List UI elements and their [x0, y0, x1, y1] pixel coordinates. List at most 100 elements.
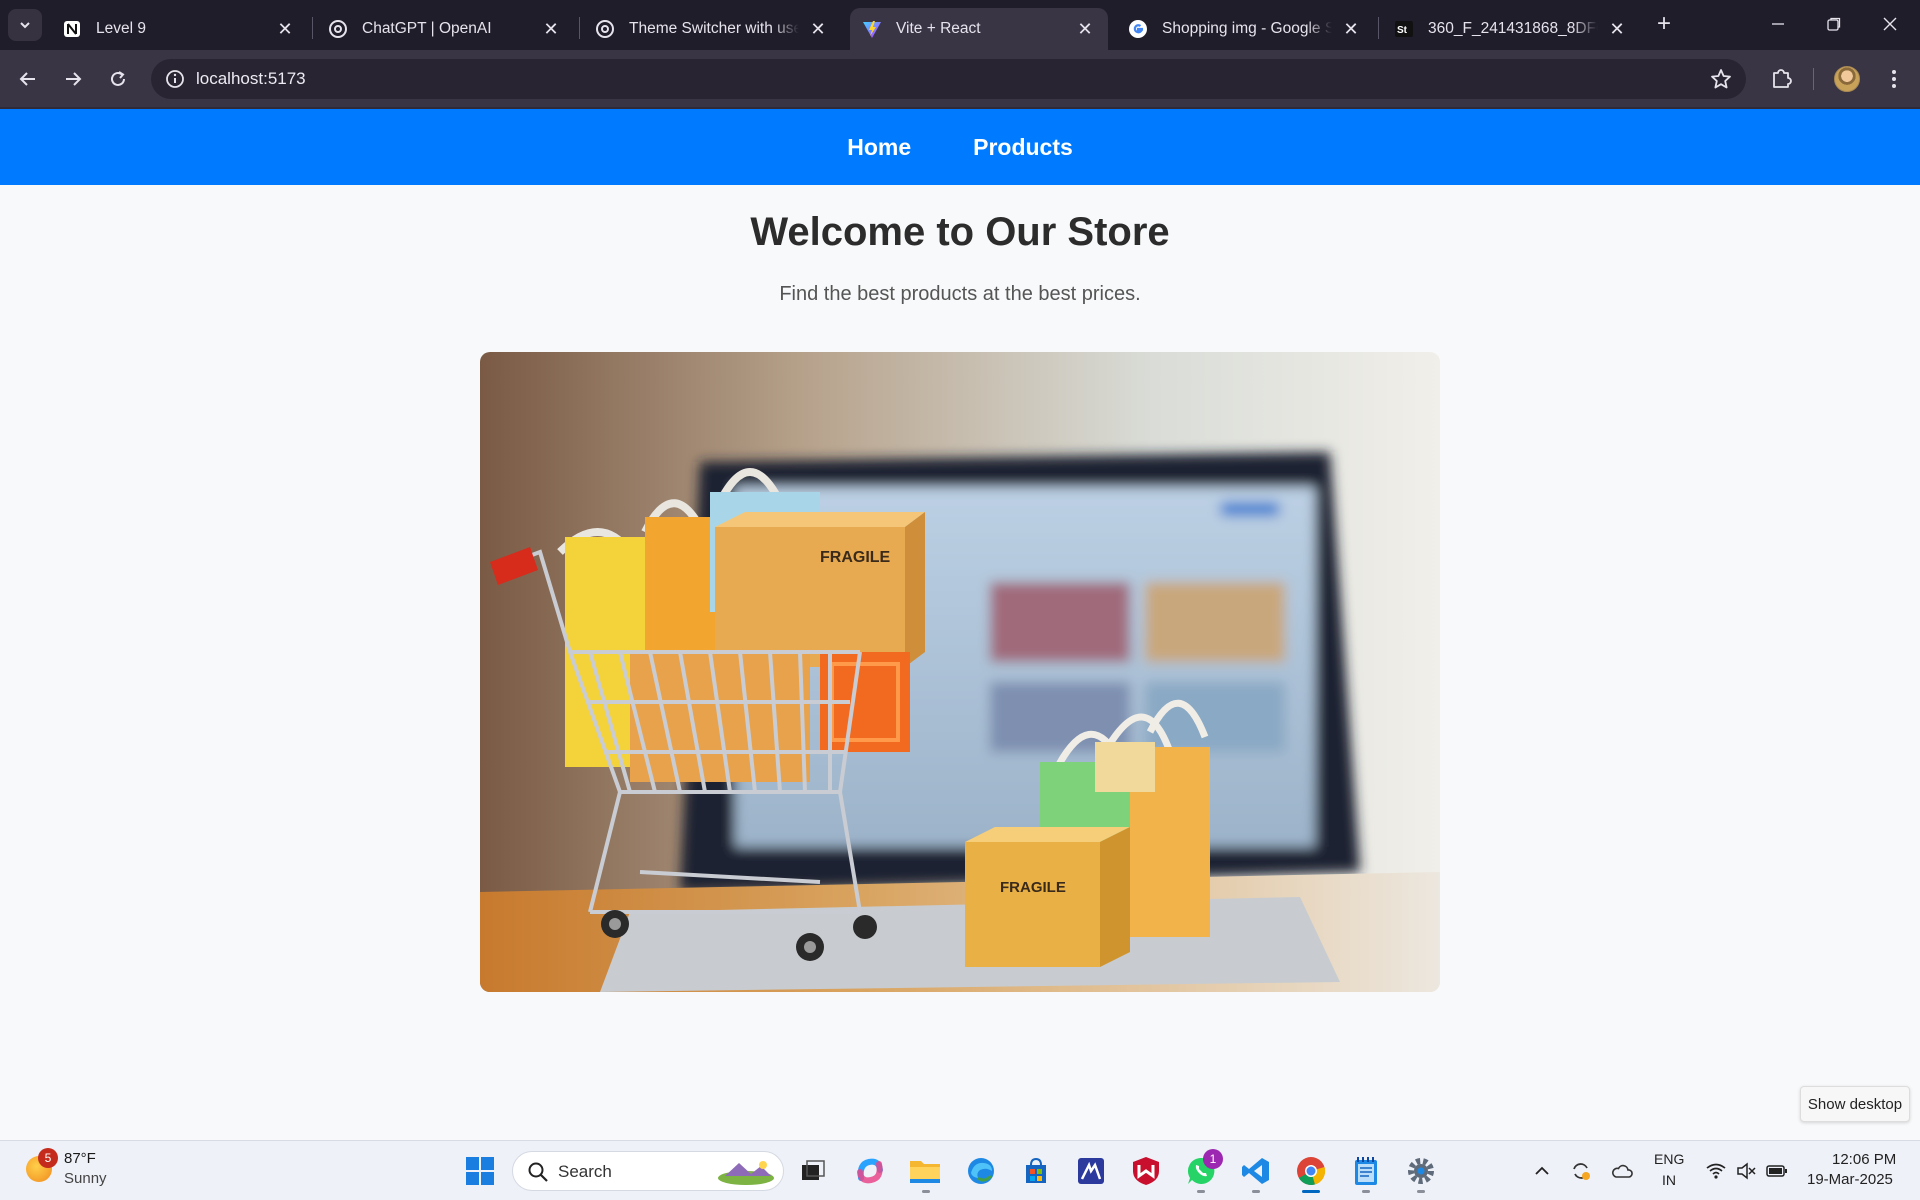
vscode-button[interactable]	[1239, 1154, 1273, 1188]
tab-level-9[interactable]: Level 9 ✕	[50, 8, 308, 50]
tab-theme-switcher[interactable]: Theme Switcher with useContext ✕	[583, 8, 841, 50]
region-indicator[interactable]: IN	[1662, 1172, 1676, 1188]
restore-button[interactable]	[1806, 0, 1862, 48]
url-text[interactable]: localhost:5173	[196, 69, 306, 89]
chrome-icon	[1297, 1157, 1326, 1186]
openai-icon	[595, 19, 615, 39]
new-tab-button[interactable]: +	[1652, 10, 1676, 37]
folder-icon	[910, 1161, 940, 1183]
tab-title: 360_F_241431868_8DFQpCu	[1428, 20, 1598, 37]
vscode-icon	[1242, 1158, 1269, 1184]
close-window-button[interactable]	[1862, 0, 1918, 48]
wifi-icon	[1706, 1163, 1726, 1179]
tab-title: Vite + React	[896, 20, 981, 37]
sync-tray-button[interactable]	[1570, 1160, 1592, 1182]
clock-date[interactable]: 19-Mar-2025	[1807, 1171, 1893, 1188]
tab-title: Level 9	[96, 20, 146, 37]
file-explorer-button[interactable]	[908, 1154, 942, 1188]
start-button[interactable]	[463, 1154, 497, 1188]
openai-icon	[328, 19, 348, 39]
weather-badge: 5	[38, 1148, 58, 1168]
browser-menu-icon[interactable]	[1884, 64, 1904, 94]
clock-time[interactable]: 12:06 PM	[1832, 1151, 1896, 1168]
show-hidden-icons-button[interactable]	[1531, 1160, 1553, 1182]
math-app-icon	[1078, 1158, 1104, 1184]
notepad-button[interactable]	[1349, 1154, 1383, 1188]
edge-button[interactable]	[964, 1154, 998, 1188]
tab-stock-image[interactable]: St 360_F_241431868_8DFQpCu ✕	[1382, 8, 1640, 50]
google-icon	[1128, 19, 1148, 39]
site-navbar: Home Products	[0, 109, 1920, 185]
mathway-button[interactable]	[1074, 1154, 1108, 1188]
tab-close-icon[interactable]: ✕	[1074, 18, 1096, 40]
search-highlight-icon	[718, 1161, 774, 1185]
running-indicator	[1417, 1190, 1425, 1193]
tab-title: Theme Switcher with useContext	[629, 20, 799, 37]
tab-close-icon[interactable]: ✕	[540, 18, 562, 40]
running-indicator	[1362, 1190, 1370, 1193]
tab-close-icon[interactable]: ✕	[1606, 18, 1628, 40]
tab-close-icon[interactable]: ✕	[1340, 18, 1362, 40]
back-button[interactable]	[13, 64, 43, 94]
search-icon	[528, 1162, 548, 1182]
tab-divider	[579, 17, 580, 39]
store-icon	[1026, 1157, 1046, 1183]
battery-tray-button[interactable]	[1766, 1160, 1788, 1182]
stock-icon: St	[1394, 19, 1414, 39]
weather-temperature[interactable]: 87°F	[64, 1150, 96, 1167]
cloud-icon	[1612, 1164, 1633, 1178]
bookmark-star-icon[interactable]	[1710, 68, 1732, 90]
tab-title: ChatGPT | OpenAI	[362, 20, 492, 37]
tab-vite-react[interactable]: Vite + React ✕	[850, 8, 1108, 50]
settings-button[interactable]	[1404, 1154, 1438, 1188]
weather-description[interactable]: Sunny	[64, 1170, 107, 1187]
tab-close-icon[interactable]: ✕	[274, 18, 296, 40]
reload-icon	[111, 71, 125, 86]
toolbar-divider	[1813, 68, 1814, 90]
running-indicator-active	[1302, 1190, 1320, 1193]
profile-avatar[interactable]	[1834, 66, 1860, 92]
whatsapp-badge: 1	[1203, 1149, 1223, 1169]
task-view-icon	[802, 1160, 825, 1180]
chevron-down-icon	[20, 22, 30, 29]
extensions-icon[interactable]	[1768, 65, 1794, 91]
tab-title: Shopping img - Google Search	[1162, 20, 1332, 37]
site-info-icon[interactable]	[165, 69, 185, 89]
taskbar-search[interactable]: Search	[512, 1151, 784, 1191]
task-view-button[interactable]	[796, 1154, 830, 1188]
notepad-icon	[1355, 1157, 1377, 1185]
volume-tray-button[interactable]	[1735, 1160, 1757, 1182]
hero-image: FRAGILE FRAGILE	[480, 352, 1440, 992]
svg-text:St: St	[1397, 25, 1408, 36]
wifi-tray-button[interactable]	[1705, 1160, 1727, 1182]
chrome-button[interactable]	[1294, 1154, 1328, 1188]
copilot-button[interactable]	[853, 1154, 887, 1188]
store-button[interactable]	[1019, 1154, 1053, 1188]
fragile-label: FRAGILE	[820, 549, 891, 566]
page-title: Welcome to Our Store	[750, 210, 1170, 254]
tab-close-icon[interactable]: ✕	[807, 18, 829, 40]
tab-search-button[interactable]	[8, 9, 42, 41]
arrow-left-icon	[19, 72, 35, 86]
minimize-button[interactable]	[1750, 0, 1806, 48]
edge-icon	[968, 1158, 994, 1184]
address-bar[interactable]: localhost:5173	[151, 59, 1746, 99]
arrow-right-icon	[66, 72, 82, 86]
forward-button[interactable]	[58, 64, 88, 94]
tab-chatgpt[interactable]: ChatGPT | OpenAI ✕	[316, 8, 574, 50]
search-placeholder: Search	[558, 1162, 612, 1181]
nav-link-home[interactable]: Home	[847, 134, 911, 161]
fragile-label: FRAGILE	[1000, 879, 1066, 896]
reload-button[interactable]	[103, 64, 133, 94]
language-indicator[interactable]: ENG	[1654, 1151, 1684, 1167]
nav-link-products[interactable]: Products	[973, 134, 1073, 161]
chevron-up-icon	[1535, 1166, 1549, 1175]
close-icon	[1883, 17, 1897, 31]
onedrive-tray-button[interactable]	[1611, 1160, 1633, 1182]
tab-google-search[interactable]: Shopping img - Google Search ✕	[1116, 8, 1374, 50]
mcafee-button[interactable]	[1129, 1154, 1163, 1188]
shield-icon	[1133, 1157, 1159, 1185]
restore-icon	[1827, 17, 1841, 31]
gear-icon	[1408, 1158, 1434, 1184]
sync-icon	[1573, 1163, 1590, 1180]
